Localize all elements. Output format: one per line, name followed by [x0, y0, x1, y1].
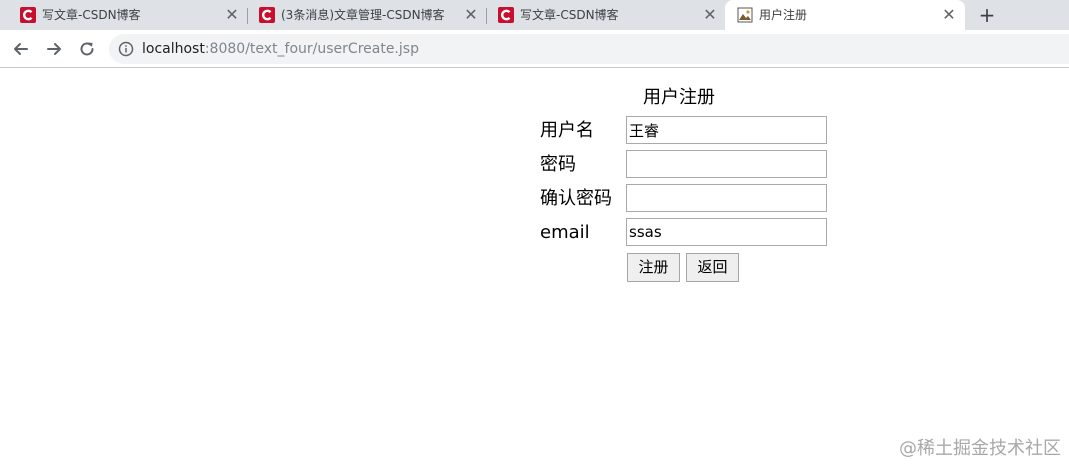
- page-image-icon: [737, 7, 753, 23]
- reload-icon[interactable]: [76, 38, 98, 60]
- password-input[interactable]: [626, 150, 827, 178]
- tab-title: 写文章-CSDN博客: [42, 8, 141, 22]
- email-input[interactable]: [626, 218, 827, 246]
- close-tab-icon[interactable]: ✕: [702, 7, 718, 23]
- confirm-password-input[interactable]: [626, 184, 827, 212]
- browser-tab-active[interactable]: 用户注册 ✕: [725, 0, 965, 30]
- new-tab-plus-icon[interactable]: +: [975, 3, 999, 27]
- info-icon[interactable]: [118, 41, 134, 57]
- browser-tab[interactable]: (3条消息)文章管理-CSDN博客 ✕: [247, 0, 485, 30]
- tab-title: (3条消息)文章管理-CSDN博客: [281, 8, 445, 22]
- email-label: email: [540, 222, 590, 243]
- back-arrow-icon[interactable]: [10, 38, 32, 60]
- browser-tab[interactable]: 写文章-CSDN博客 ✕: [486, 0, 724, 30]
- page-title: 用户注册: [643, 87, 715, 108]
- confirm-password-label: 确认密码: [540, 188, 612, 209]
- close-tab-icon[interactable]: ✕: [224, 7, 240, 23]
- username-input[interactable]: [626, 116, 827, 144]
- csdn-logo-icon: [259, 7, 275, 23]
- watermark: @稀土掘金技术社区: [899, 438, 1061, 459]
- username-label: 用户名: [540, 120, 594, 141]
- browser-tab[interactable]: 写文章-CSDN博客 ✕: [8, 0, 246, 30]
- url-host: localhost: [142, 41, 205, 57]
- url-text: localhost:8080/text_four/userCreate.jsp: [142, 40, 419, 58]
- csdn-logo-icon: [20, 7, 36, 23]
- address-bar[interactable]: localhost:8080/text_four/userCreate.jsp: [109, 34, 1069, 64]
- csdn-logo-icon: [498, 7, 514, 23]
- password-label: 密码: [540, 154, 576, 175]
- register-button[interactable]: 注册: [627, 253, 680, 282]
- browser-toolbar: localhost:8080/text_four/userCreate.jsp: [0, 30, 1069, 68]
- url-path: :8080/text_four/userCreate.jsp: [204, 41, 419, 57]
- back-button[interactable]: 返回: [686, 253, 739, 282]
- close-tab-icon[interactable]: ✕: [941, 7, 957, 23]
- forward-arrow-icon[interactable]: [43, 38, 65, 60]
- tab-title: 用户注册: [759, 8, 808, 22]
- tab-title: 写文章-CSDN博客: [520, 8, 619, 22]
- tab-strip: 写文章-CSDN博客 ✕ (3条消息)文章管理-CSDN博客 ✕ 写文章-CSD…: [0, 0, 1069, 30]
- close-tab-icon[interactable]: ✕: [463, 7, 479, 23]
